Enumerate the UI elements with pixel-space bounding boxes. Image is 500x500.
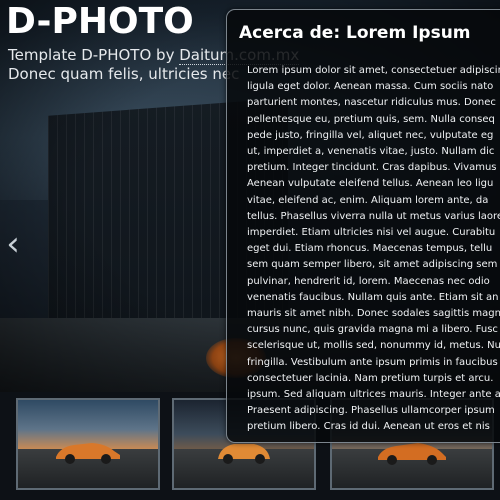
info-body-line: ipsum. Sed aliquam ultrices mauris. Inte… (247, 389, 500, 401)
info-body-line: pretium libero. Cras id dui. Aenean ut e… (247, 421, 490, 433)
info-body-line: venenatis faucibus. Nullam quis ante. Et… (247, 291, 499, 303)
info-body-line: scelerisque ut, mollis sed, nonummy id, … (247, 340, 500, 352)
info-body-line: mauris sit amet nibh. Donec sodales sagi… (247, 308, 500, 320)
info-panel-body: Lorem ipsum dolor sit amet, consectetuer… (247, 63, 500, 436)
previous-slide-arrow-icon[interactable]: ‹ (4, 227, 22, 261)
info-body-line: cursus nunc, quis gravida magna mi a lib… (247, 324, 498, 336)
info-body-line: sem quam semper libero, sit amet adipisc… (247, 259, 498, 271)
info-body-line: consectetuer lacinia. Nam pretium turpis… (247, 372, 494, 384)
info-panel-title: Acerca de: Lorem Ipsum (239, 23, 471, 43)
info-body-line: Praesent adipiscing. Phasellus ullamcorp… (247, 405, 495, 417)
car-wheel (65, 454, 75, 464)
car-wheel (223, 454, 233, 464)
car-wheel (255, 454, 265, 464)
tagline-prefix: Template D-PHOTO by (8, 46, 180, 64)
about-info-panel[interactable]: Acerca de: Lorem Ipsum Lorem ipsum dolor… (226, 9, 500, 443)
car-wheel (387, 455, 397, 465)
car-image (56, 443, 120, 464)
info-body-line: pulvinar, hendrerit id, lorem. Maecenas … (247, 275, 490, 287)
info-body-line: pretium. Integer tincidunt. Cras dapibus… (247, 162, 497, 174)
info-body-line: Lorem ipsum dolor sit amet, consectetuer… (247, 65, 500, 76)
info-body-line: Aenean vulputate eleifend tellus. Aenean… (247, 178, 494, 190)
car-wheel (101, 454, 111, 464)
info-body-line: ligula eget dolor. Aenean massa. Cum soc… (247, 81, 494, 93)
info-body-line: imperdiet. Etiam ultricies nisi vel augu… (247, 227, 496, 239)
info-body-line: eget dui. Etiam rhoncus. Maecenas tempus… (247, 243, 493, 255)
info-body-line: ut, imperdiet a, venenatis vitae, justo.… (247, 146, 495, 158)
site-title: D-PHOTO (6, 1, 194, 42)
info-body-line: tellus. Phasellus viverra nulla ut metus… (247, 210, 500, 222)
car-body (56, 443, 120, 459)
info-body-line: fringilla. Vestibulum ante ipsum primis … (247, 356, 498, 368)
info-body-line: vitae, eleifend ac, enim. Aliquam lorem … (247, 194, 489, 206)
info-body-line: pellentesque eu, pretium quis, sem. Null… (247, 113, 495, 125)
thumbnail-1[interactable] (16, 398, 160, 490)
car-wheel (427, 455, 437, 465)
info-body-line: parturient montes, nascetur ridiculus mu… (247, 97, 496, 109)
info-body-line: pede justo, fringilla vel, aliquet nec, … (247, 129, 494, 141)
